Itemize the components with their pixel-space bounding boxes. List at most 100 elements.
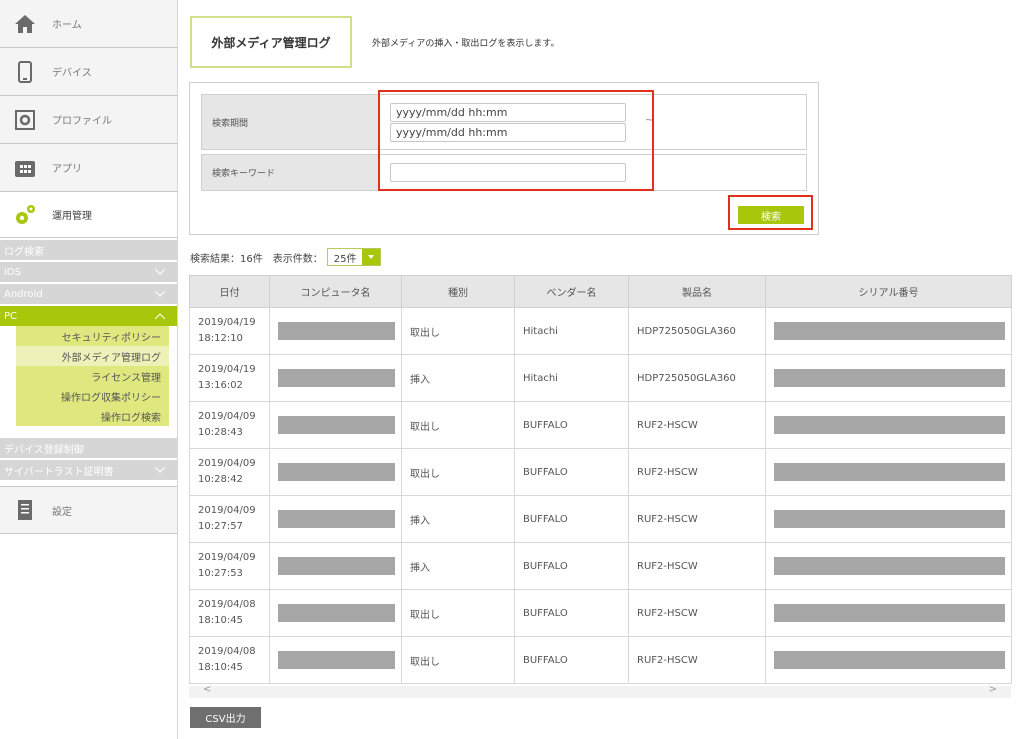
cell-serial — [765, 589, 1012, 637]
sidebar-item-oplog-search[interactable]: 操作ログ検索 — [16, 406, 169, 426]
masked-serial-number — [774, 463, 1005, 481]
nav-section-android[interactable]: Android — [0, 284, 177, 304]
cell-computer — [269, 495, 402, 543]
masked-serial-number — [774, 510, 1005, 528]
nav-profiles[interactable]: プロファイル — [0, 96, 177, 144]
cell-computer — [269, 636, 402, 684]
cell-vendor: BUFFALO — [514, 542, 629, 590]
nav-settings-label: 設定 — [52, 506, 72, 518]
nav-home[interactable]: ホーム — [0, 0, 177, 48]
cell-type: 挿入 — [401, 354, 515, 402]
cell-date-day: 2019/04/08 — [198, 599, 256, 610]
col-product[interactable]: 製品名 — [628, 275, 766, 308]
masked-computer-name — [278, 463, 395, 481]
cell-date: 2019/04/09 10:28:42 — [189, 448, 270, 496]
cell-date: 2019/04/09 10:28:43 — [189, 401, 270, 449]
nav-devices[interactable]: デバイス — [0, 48, 177, 96]
scroll-right-icon[interactable]: > — [989, 684, 997, 695]
sidebar-item-oplog-policy[interactable]: 操作ログ収集ポリシー — [16, 386, 169, 406]
cell-computer — [269, 448, 402, 496]
per-page-label: 表示件数： — [272, 253, 323, 265]
nav-section-pc[interactable]: PC — [0, 306, 177, 326]
masked-computer-name — [278, 604, 395, 622]
gears-icon — [12, 202, 38, 228]
nav-section-device-registration-label: デバイス登録制御 — [4, 444, 84, 456]
search-period-row: 検索期間 yyyy/mm/dd hh:mm yyyy/mm/dd hh:mm ~ — [201, 94, 807, 150]
col-type[interactable]: 種別 — [401, 275, 515, 308]
search-keyword-label: 検索キーワード — [202, 155, 378, 190]
period-tilde: ~ — [645, 115, 654, 126]
cell-date-time: 18:10:45 — [198, 615, 243, 626]
cell-date: 2019/04/09 10:27:53 — [189, 542, 270, 590]
cell-product: HDP725050GLA360 — [628, 307, 766, 355]
period-end-input[interactable]: yyyy/mm/dd hh:mm — [390, 123, 626, 142]
masked-computer-name — [278, 322, 395, 340]
log-table: 日付 コンピュータ名 種別 ベンダー名 製品名 シリアル番号 2019/04/1… — [189, 275, 1012, 684]
nav-section-device-registration[interactable]: デバイス登録制御 — [0, 438, 177, 458]
table-row: 2019/04/09 10:28:42 取出し BUFFALO RUF2-HSCW — [189, 448, 1012, 496]
cell-computer — [269, 589, 402, 637]
cell-date-day: 2019/04/19 — [198, 317, 256, 328]
horizontal-scrollbar[interactable]: < > — [189, 684, 1011, 698]
nav-section-ios[interactable]: iOS — [0, 262, 177, 282]
settings-document-icon — [12, 497, 38, 523]
nav-section-log-search-label: ログ検索 — [4, 246, 44, 258]
col-computer[interactable]: コンピュータ名 — [269, 275, 402, 308]
page-description: 外部メディアの挿入・取出ログを表示します。 — [372, 39, 560, 49]
cell-computer — [269, 307, 402, 355]
app-grid-icon — [12, 155, 38, 181]
table-row: 2019/04/19 18:12:10 取出し Hitachi HDP725050GLA… — [189, 307, 1012, 355]
cell-type: 取出し — [401, 448, 515, 496]
cell-product: RUF2-HSCW — [628, 542, 766, 590]
cell-vendor: BUFFALO — [514, 589, 629, 637]
result-bar: 検索結果：16件 表示件数： 25件 — [190, 248, 382, 266]
cell-date: 2019/04/09 10:27:57 — [189, 495, 270, 543]
col-date[interactable]: 日付 — [189, 275, 270, 308]
page-title: 外部メディア管理ログ — [190, 16, 352, 68]
cell-type: 挿入 — [401, 542, 515, 590]
per-page-select[interactable]: 25件 — [326, 248, 382, 266]
period-start-input[interactable]: yyyy/mm/dd hh:mm — [390, 103, 626, 122]
nav-settings[interactable]: 設定 — [0, 486, 177, 534]
table-row: 2019/04/09 10:27:57 挿入 BUFFALO RUF2-HSCW — [189, 495, 1012, 543]
cell-serial — [765, 354, 1012, 402]
cell-date: 2019/04/19 18:12:10 — [189, 307, 270, 355]
cell-computer — [269, 542, 402, 590]
sidebar-item-license[interactable]: ライセンス管理 — [16, 366, 169, 386]
csv-export-button[interactable]: CSV出力 — [190, 707, 261, 728]
search-period-label: 検索期間 — [202, 95, 378, 149]
search-keyword-row: 検索キーワード — [201, 154, 807, 191]
nav-section-cybertrust[interactable]: サイバートラスト証明書 — [0, 460, 177, 480]
cell-serial — [765, 307, 1012, 355]
table-header-row: 日付 コンピュータ名 種別 ベンダー名 製品名 シリアル番号 — [189, 275, 1012, 308]
nav-devices-label: デバイス — [52, 68, 92, 79]
search-button[interactable]: 検索 — [738, 206, 804, 224]
cell-date-time: 18:12:10 — [198, 333, 243, 344]
nav-section-log-search[interactable]: ログ検索 — [0, 240, 177, 260]
chevron-down-icon — [155, 467, 165, 473]
per-page-value: 25件 — [333, 253, 357, 265]
keyword-input[interactable] — [390, 163, 626, 182]
col-vendor[interactable]: ベンダー名 — [514, 275, 629, 308]
cell-product: RUF2-HSCW — [628, 448, 766, 496]
cell-serial — [765, 636, 1012, 684]
cell-vendor: Hitachi — [514, 354, 629, 402]
sidebar-item-external-media-log[interactable]: 外部メディア管理ログ — [16, 346, 169, 366]
masked-serial-number — [774, 416, 1005, 434]
cell-date-time: 10:27:53 — [198, 568, 243, 579]
masked-serial-number — [774, 322, 1005, 340]
nav-operations[interactable]: 運用管理 — [0, 192, 177, 238]
cell-date-day: 2019/04/19 — [198, 364, 256, 375]
col-serial[interactable]: シリアル番号 — [765, 275, 1012, 308]
table-row: 2019/04/09 10:27:53 挿入 BUFFALO RUF2-HSCW — [189, 542, 1012, 590]
cell-serial — [765, 448, 1012, 496]
cell-vendor: BUFFALO — [514, 401, 629, 449]
cell-type: 取出し — [401, 401, 515, 449]
sidebar-item-security-policy[interactable]: セキュリティポリシー — [16, 326, 169, 346]
nav-apps[interactable]: アプリ — [0, 144, 177, 192]
cell-date: 2019/04/08 18:10:45 — [189, 589, 270, 637]
scroll-left-icon[interactable]: < — [203, 684, 211, 695]
cell-serial — [765, 401, 1012, 449]
cell-vendor: BUFFALO — [514, 495, 629, 543]
nav-home-label: ホーム — [52, 20, 82, 31]
